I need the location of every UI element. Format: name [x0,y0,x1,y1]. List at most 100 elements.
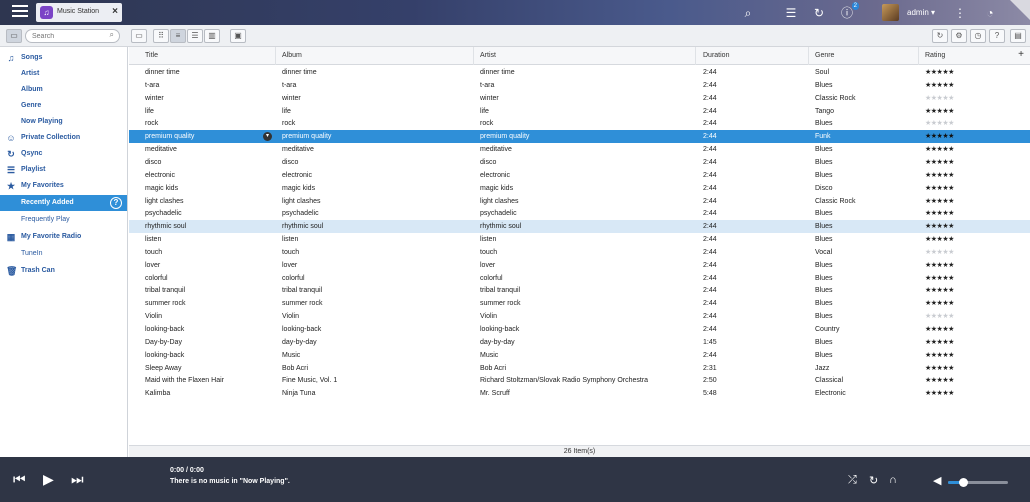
detail-view-icon[interactable]: ☰ [187,29,203,43]
rating-stars[interactable]: ★★★★★ [925,182,954,195]
settings-icon[interactable]: ⚙ [951,29,967,43]
info-icon[interactable]: ⓘ 2 [839,2,859,21]
refresh-icon[interactable]: ↻ [932,29,948,43]
row-menu-icon[interactable]: ▾ [263,132,272,142]
search-box[interactable]: ⌕ [25,29,120,43]
volume-slider[interactable] [948,478,1008,487]
rating-stars[interactable]: ★★★★★ [925,246,954,259]
column-header-artist[interactable]: Artist [476,47,696,65]
search-input[interactable] [26,30,101,42]
rating-stars[interactable]: ★★★★★ [925,156,954,169]
table-row[interactable]: light clashes light clashes light clashes 2… [129,195,1030,208]
table-row[interactable]: rhythmic soul rhythmic soul rhythmic soul 2… [129,220,1030,234]
table-row[interactable]: dinner time dinner time dinner time 2:44 Sou… [129,66,1030,79]
rating-stars[interactable]: ★★★★★ [925,207,954,220]
table-row[interactable]: colorful colorful colorful 2:44 Blues ★★★★★ [129,272,1030,285]
rating-stars[interactable]: ★★★★★ [925,259,954,272]
rating-stars[interactable]: ★★★★★ [925,117,954,130]
sidebar-item-now-playing[interactable]: Now Playing [0,114,127,130]
sidebar-item-songs[interactable]: ♫ Songs [0,50,127,66]
panel-icon[interactable]: ▤ [1010,29,1026,43]
table-row[interactable]: Kalimba Ninja Tuna Mr. Scruff 5:48 Electroni… [129,387,1030,400]
tab-music-station[interactable]: ♫ Music Station × [36,3,122,22]
stack-icon[interactable]: ☰ [783,5,799,21]
column-header-duration[interactable]: Duration [699,47,809,65]
table-row[interactable]: life life life 2:44 Tango ★★★★★ [129,105,1030,118]
sidebar-item-tunein[interactable]: TuneIn [0,246,127,262]
rating-stars[interactable]: ★★★★★ [925,143,954,156]
rating-stars[interactable]: ★★★★★ [925,272,954,285]
table-row[interactable]: magic kids magic kids magic kids 2:44 Disco ★… [129,182,1030,195]
table-row[interactable]: Day-by-Day day-by-day day-by-day 1:45 Blues ★… [129,336,1030,349]
rating-stars[interactable]: ★★★★★ [925,284,954,297]
rating-stars[interactable]: ★★★★★ [925,349,954,362]
rating-stars[interactable]: ★★★★★ [925,130,954,143]
search-icon[interactable]: ⌕ [740,5,756,21]
table-row[interactable]: disco disco disco 2:44 Blues ★★★★★ [129,156,1030,169]
column-header-album[interactable]: Album [278,47,474,65]
rating-stars[interactable]: ★★★★★ [925,79,954,92]
sidebar-item-private-collection[interactable]: ☺ Private Collection [0,130,127,146]
photo-icon[interactable]: ▣ [230,29,246,43]
rating-stars[interactable]: ★★★★★ [925,233,954,246]
rating-stars[interactable]: ★★★★★ [925,105,954,118]
volume-icon[interactable]: ◀ [933,474,941,487]
add-column-icon[interactable]: + [1018,49,1024,60]
sidebar-toggle-icon[interactable]: ▭ [6,29,22,43]
rating-stars[interactable]: ★★★★★ [925,374,954,387]
close-icon[interactable]: × [112,6,118,17]
table-row[interactable]: Sleep Away Bob Acri Bob Acri 2:31 Jazz ★★★★★ [129,362,1030,375]
rating-stars[interactable]: ★★★★★ [925,310,954,323]
help-icon[interactable]: ? [110,197,122,209]
table-row[interactable]: premium quality premium quality premium qu… [129,130,1030,144]
rating-stars[interactable]: ★★★★★ [925,323,954,336]
table-row[interactable]: listen listen listen 2:44 Blues ★★★★★ [129,233,1030,246]
rating-stars[interactable]: ★★★★★ [925,92,954,105]
rating-stars[interactable]: ★★★★★ [925,387,954,400]
user-menu[interactable]: admin ▾ [907,8,935,17]
table-row[interactable]: electronic electronic electronic 2:44 Blues ★… [129,169,1030,182]
sidebar-item-frequently-play[interactable]: Frequently Play [0,212,127,228]
table-row[interactable]: summer rock summer rock summer rock 2:44 Blu… [129,297,1030,310]
sidebar-item-artist[interactable]: Artist [0,66,127,82]
rating-stars[interactable]: ★★★★★ [925,297,954,310]
column-header-rating[interactable]: Rating [921,47,1011,65]
sidebar-item-my-favorites[interactable]: ★ My Favorites [0,178,127,194]
sidebar-item-playlist[interactable]: ☰ Playlist [0,162,127,178]
rating-stars[interactable]: ★★★★★ [925,66,954,79]
column-header-title[interactable]: Title [141,47,276,65]
grid-view-icon[interactable]: ⠿ [153,29,169,43]
table-row[interactable]: Maid with the Flaxen Hair Fine Music, Vol… [129,374,1030,387]
shuffle-icon[interactable]: ⤮ [848,474,857,487]
cover-view-icon[interactable]: ▭ [131,29,147,43]
sidebar-item-genre[interactable]: Genre [0,98,127,114]
more-vertical-icon[interactable]: ⋮ [952,5,968,21]
rating-stars[interactable]: ★★★★★ [925,195,954,208]
table-row[interactable]: lover lover lover 2:44 Blues ★★★★★ [129,259,1030,272]
table-row[interactable]: touch touch touch 2:44 Vocal ★★★★★ [129,246,1030,259]
table-row[interactable]: t-ara t-ara t-ara 2:44 Blues ★★★★★ [129,79,1030,92]
sidebar-item-album[interactable]: Album [0,82,127,98]
list-view-icon[interactable]: ≡ [170,29,186,43]
play-icon[interactable]: ▶ [43,471,54,488]
rating-stars[interactable]: ★★★★★ [925,336,954,349]
sidebar-item-my-favorite-radio[interactable]: ▦ My Favorite Radio [0,229,127,245]
rating-stars[interactable]: ★★★★★ [925,169,954,182]
dashboard-icon[interactable]: ◔ [982,5,998,21]
table-row[interactable]: tribal tranquil tribal tranquil tribal tra… [129,284,1030,297]
help-icon[interactable]: ? [989,29,1005,43]
repeat-icon[interactable]: ↻ [869,474,878,487]
rating-stars[interactable]: ★★★★★ [925,362,954,375]
headphones-icon[interactable]: ∩ [889,474,897,486]
menu-icon[interactable] [12,5,28,19]
timer-icon[interactable]: ◷ [970,29,986,43]
rating-stars[interactable]: ★★★★★ [925,220,954,233]
table-row[interactable]: winter winter winter 2:44 Classic Rock ★★★★★ [129,92,1030,105]
sidebar-item-qsync[interactable]: ↻ Qsync [0,146,127,162]
table-row[interactable]: looking-back Music Music 2:44 Blues ★★★★★ [129,349,1030,362]
column-header-genre[interactable]: Genre [811,47,919,65]
column-view-icon[interactable]: ▥ [204,29,220,43]
sidebar-item-trash-can[interactable]: 🗑 Trash Can [0,263,127,279]
refresh-circle-icon[interactable]: ↻ [811,5,827,21]
table-row[interactable]: looking-back looking-back looking-back 2:44… [129,323,1030,336]
